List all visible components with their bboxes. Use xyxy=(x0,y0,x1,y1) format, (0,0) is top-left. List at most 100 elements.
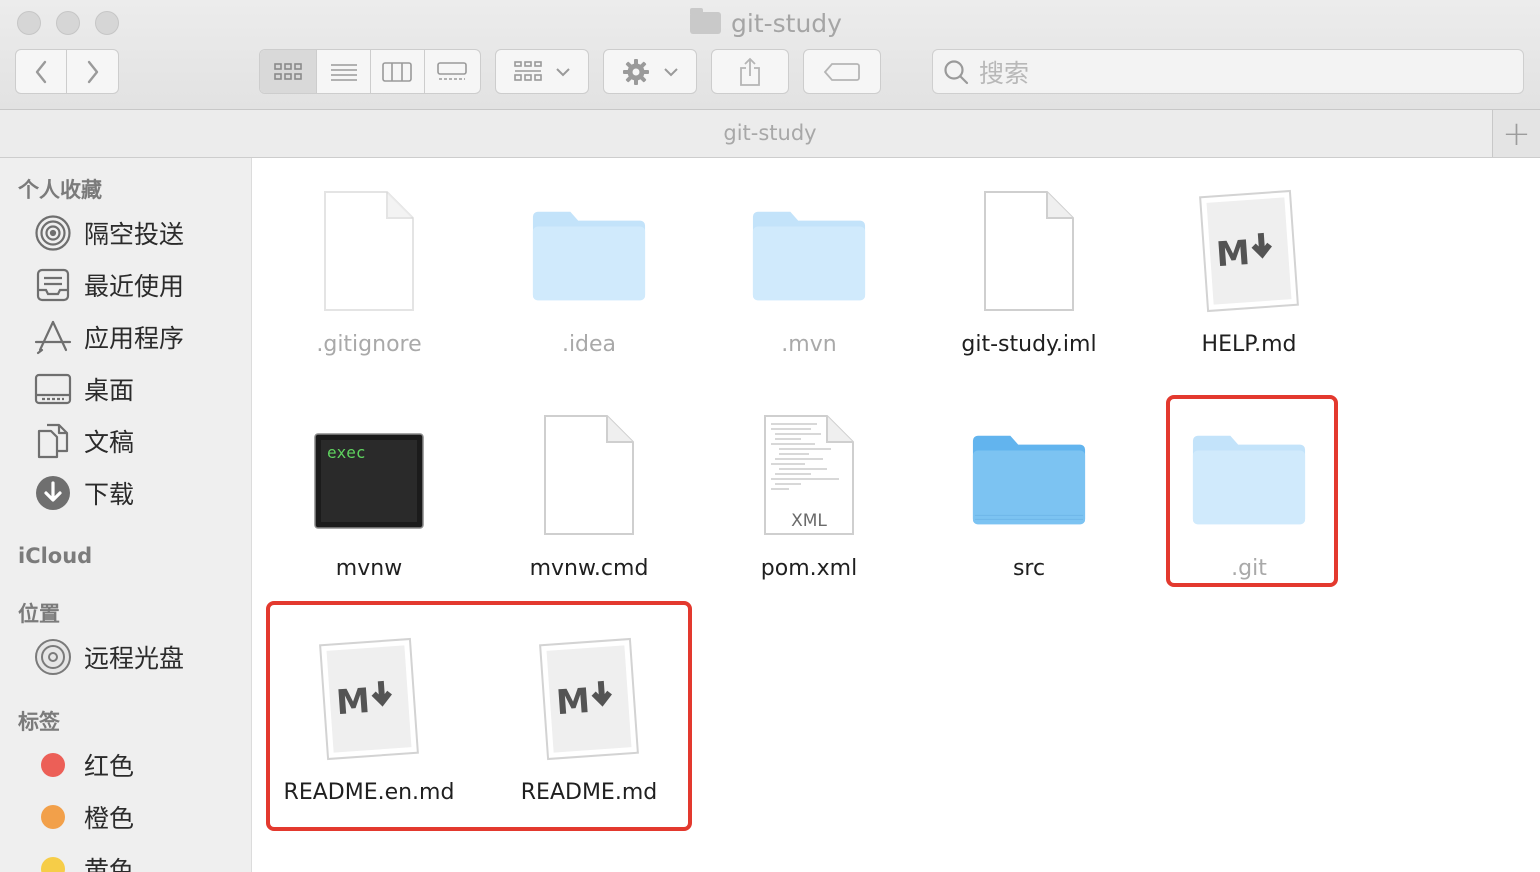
sidebar-item-label: 红色 xyxy=(84,752,135,781)
gear-icon xyxy=(623,58,649,85)
file-item-mvn[interactable]: .mvn xyxy=(709,174,909,384)
gallery-view-icon xyxy=(437,61,468,80)
sidebar-item-label: 应用程序 xyxy=(84,324,185,353)
sidebar-item-label: 下载 xyxy=(84,480,135,509)
title-toolbar: git-study 搜索 xyxy=(0,0,1540,110)
share-button[interactable] xyxy=(711,49,789,94)
gallery-view-button[interactable] xyxy=(425,50,480,93)
folder-icon xyxy=(690,8,721,34)
list-view-button[interactable] xyxy=(317,50,371,93)
new-tab-button[interactable]: + xyxy=(1492,110,1540,157)
exec-terminal-icon: exec xyxy=(309,398,429,538)
share-icon xyxy=(740,57,760,86)
window-title-label: git-study xyxy=(731,8,842,38)
chevron-right-icon xyxy=(87,60,98,83)
nav-buttons xyxy=(15,49,119,94)
orange-tag-dot-icon xyxy=(41,805,65,829)
zoom-window-button[interactable] xyxy=(95,11,119,35)
file-item-pom-xml[interactable]: XML pom.xml xyxy=(709,398,909,608)
icon-view-button[interactable] xyxy=(260,50,318,93)
sidebar-item-airdrop[interactable]: 隔空投送 xyxy=(34,213,184,253)
icloud-header: iCloud xyxy=(18,544,93,568)
yellow-tag-dot-icon xyxy=(41,857,65,872)
window-title: git-study xyxy=(690,8,842,38)
file-item-mvnw-cmd[interactable]: mvnw.cmd xyxy=(489,398,689,608)
sidebar-item-tag-yellow[interactable]: 黄色 xyxy=(34,849,134,872)
view-mode-control xyxy=(259,49,481,94)
back-button[interactable] xyxy=(16,50,68,93)
edit-tags-button[interactable] xyxy=(803,49,881,94)
list-view-icon xyxy=(330,63,357,81)
remote-disc-icon xyxy=(34,638,72,676)
tags-header: 标签 xyxy=(18,710,60,734)
file-name: .mvn xyxy=(781,332,837,357)
sidebar-item-label: 最近使用 xyxy=(84,272,185,301)
downloads-icon xyxy=(34,474,72,512)
chevron-left-icon xyxy=(35,60,47,83)
group-icon xyxy=(514,60,542,81)
chevron-down-icon xyxy=(556,67,570,76)
minimize-window-button[interactable] xyxy=(56,11,80,35)
file-item-git-study-iml[interactable]: git-study.iml xyxy=(929,174,1129,384)
sidebar-item-label: 橙色 xyxy=(84,804,135,833)
search-icon xyxy=(944,59,969,84)
folder-icon xyxy=(969,398,1089,538)
sidebar-item-recents[interactable]: 最近使用 xyxy=(34,265,184,305)
file-name: .gitignore xyxy=(316,332,422,357)
favorites-header: 个人收藏 xyxy=(18,178,102,202)
grid-view-icon xyxy=(274,62,303,80)
sidebar-item-remote-disc[interactable]: 远程光盘 xyxy=(34,637,184,677)
folder-icon xyxy=(529,174,649,314)
file-item-idea[interactable]: .idea xyxy=(489,174,689,384)
finder-window: git-study 搜索 git-study + 个人收藏 隔空投送 最近使用 … xyxy=(0,0,1540,872)
sidebar-item-label: 文稿 xyxy=(84,428,135,457)
group-by-button[interactable] xyxy=(495,49,589,94)
file-name: git-study.iml xyxy=(961,332,1097,357)
file-item-src[interactable]: src xyxy=(929,398,1129,608)
file-name: .idea xyxy=(561,332,617,357)
highlight-box-readme xyxy=(266,601,692,831)
sidebar-item-tag-orange[interactable]: 橙色 xyxy=(34,797,134,837)
tab-bar: git-study + xyxy=(0,110,1540,158)
sidebar-item-label: 隔空投送 xyxy=(84,220,185,249)
close-window-button[interactable] xyxy=(17,11,41,35)
file-name: mvnw xyxy=(335,556,403,581)
locations-header: 位置 xyxy=(18,602,60,626)
xml-document-icon: XML xyxy=(749,398,869,538)
action-menu-button[interactable] xyxy=(603,49,697,94)
file-grid: .gitignore .idea .mvn git-study.iml M HE… xyxy=(253,158,1540,872)
desktop-icon xyxy=(34,370,72,408)
forward-button[interactable] xyxy=(67,50,118,93)
sidebar-item-label: 黄色 xyxy=(84,856,135,872)
file-item-help-md[interactable]: M HELP.md xyxy=(1149,174,1349,384)
file-name: HELP.md xyxy=(1201,332,1297,357)
file-item-mvnw[interactable]: exec mvnw xyxy=(269,398,469,608)
folder-icon xyxy=(749,174,869,314)
column-view-button[interactable] xyxy=(371,50,425,93)
sidebar-item-documents[interactable]: 文稿 xyxy=(34,421,134,461)
tab-title: git-study xyxy=(723,121,817,145)
search-placeholder: 搜索 xyxy=(979,58,1030,88)
chevron-down-icon xyxy=(664,67,678,76)
document-icon xyxy=(529,398,649,538)
file-item-gitignore[interactable]: .gitignore xyxy=(269,174,469,384)
exec-badge: exec xyxy=(327,443,366,462)
svg-text:M: M xyxy=(1215,233,1252,275)
document-icon xyxy=(969,174,1089,314)
file-name: mvnw.cmd xyxy=(529,556,649,581)
document-icon xyxy=(309,174,429,314)
sidebar-item-label: 远程光盘 xyxy=(84,644,185,673)
red-tag-dot-icon xyxy=(41,753,65,777)
applications-icon xyxy=(34,318,72,356)
sidebar-item-downloads[interactable]: 下载 xyxy=(34,473,134,513)
file-name: pom.xml xyxy=(760,556,858,581)
search-field[interactable]: 搜索 xyxy=(932,49,1524,94)
sidebar: 个人收藏 隔空投送 最近使用 应用程序 桌面 文稿 下载 iCloud 位置 远… xyxy=(0,158,252,872)
sidebar-item-desktop[interactable]: 桌面 xyxy=(34,369,134,409)
sidebar-item-applications[interactable]: 应用程序 xyxy=(34,317,184,357)
airdrop-icon xyxy=(34,214,72,252)
sidebar-item-tag-red[interactable]: 红色 xyxy=(34,745,134,785)
recents-icon xyxy=(34,266,72,304)
xml-badge: XML xyxy=(791,511,827,531)
sidebar-item-label: 桌面 xyxy=(84,376,135,405)
